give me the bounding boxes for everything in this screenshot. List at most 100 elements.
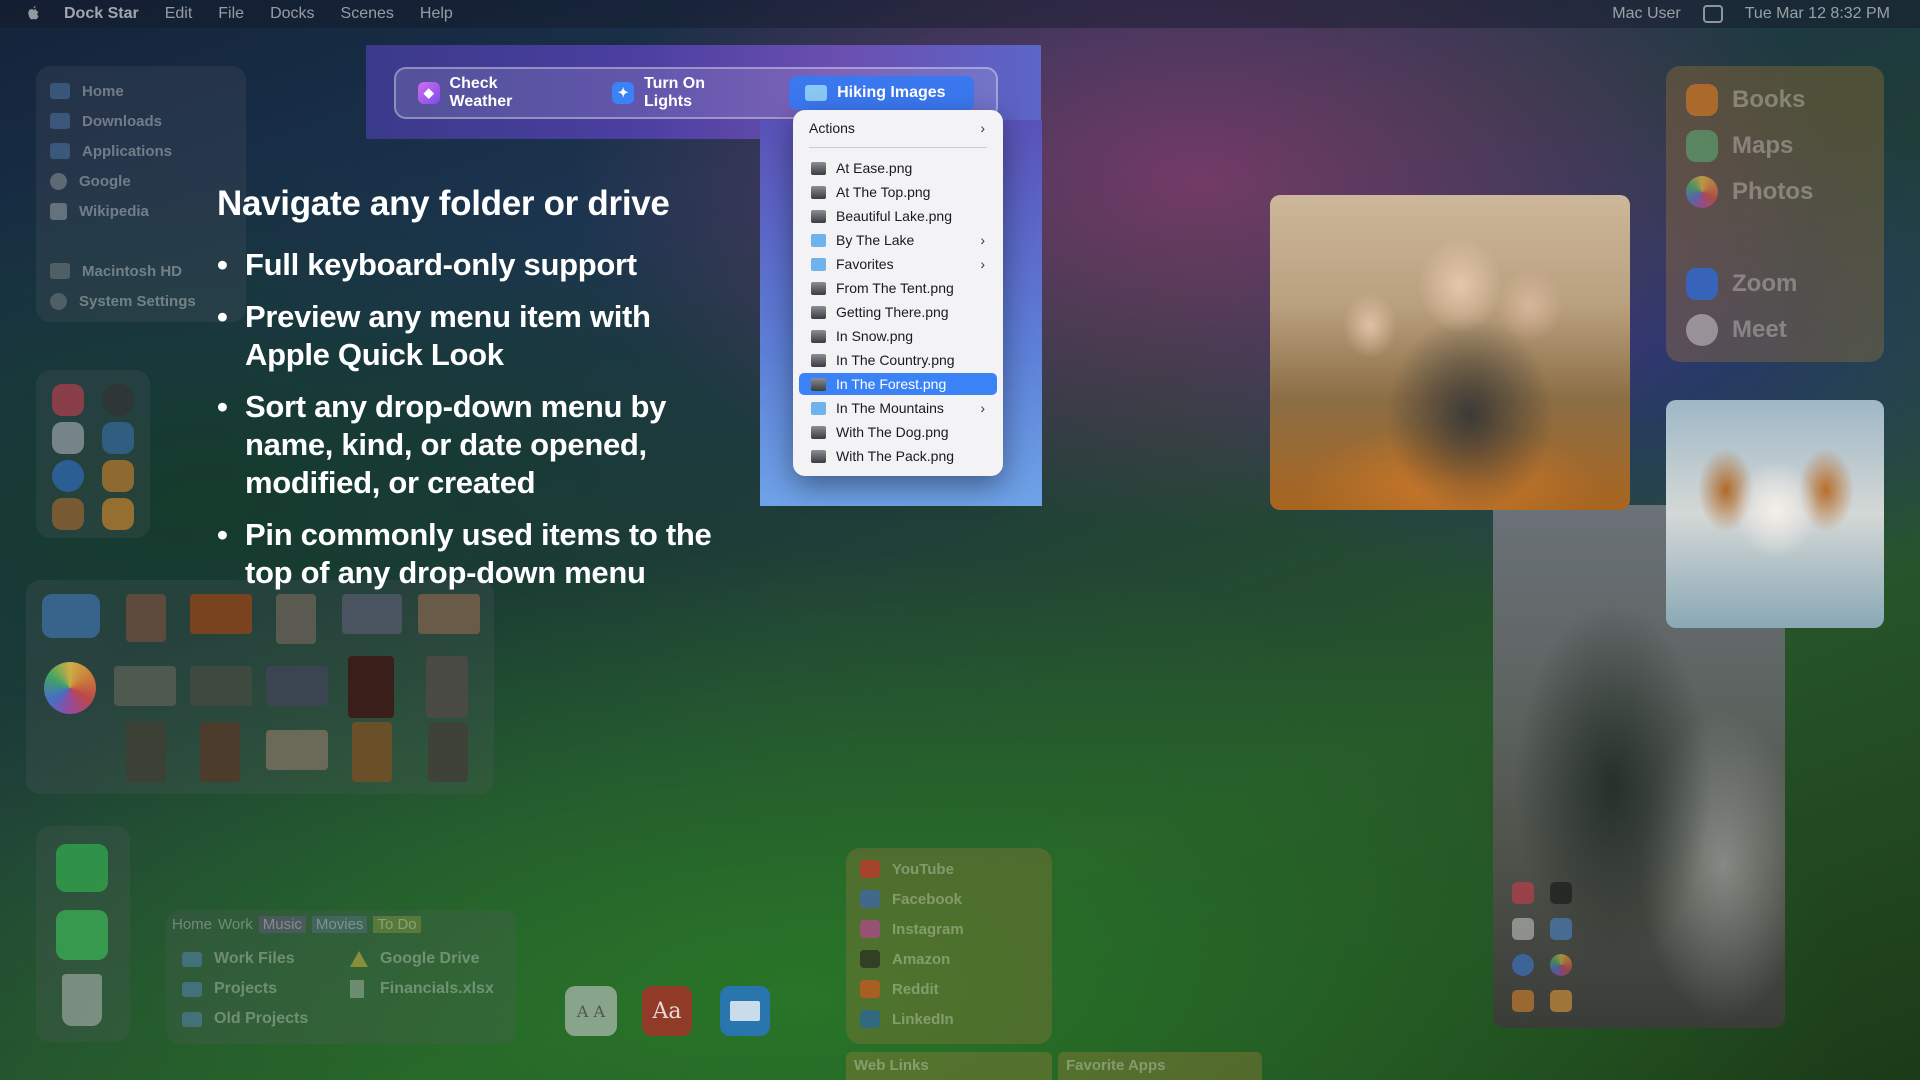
camera-app-icon[interactable] (102, 384, 134, 416)
menu-file-item[interactable]: At The Top.png (799, 181, 997, 203)
check-weather-button[interactable]: ◆ Check Weather (402, 75, 574, 110)
folder-item[interactable]: Projects (182, 980, 277, 998)
disk-utility-icon[interactable] (1512, 918, 1534, 940)
web-links-tab[interactable]: Web Links (846, 1052, 1052, 1080)
fav-downloads[interactable]: Downloads (36, 106, 246, 136)
photo-thumb[interactable] (348, 656, 394, 718)
folder-item[interactable]: Work Files (182, 950, 295, 968)
google-drive-icon (350, 951, 368, 967)
hiking-images-button[interactable]: Hiking Images (789, 76, 974, 110)
control-center-icon[interactable] (1702, 5, 1723, 23)
trash-icon[interactable] (62, 974, 102, 1026)
xcode-icon[interactable] (1550, 918, 1572, 940)
tab-strip: Home Work Music Movies To Do (172, 916, 421, 933)
fav-applications[interactable]: Applications (36, 136, 246, 166)
menu-clock[interactable]: Tue Mar 12 8:32 PM (1745, 5, 1890, 23)
image-thumbnail-icon (811, 209, 826, 223)
disk-utility-icon[interactable] (52, 422, 84, 454)
web-link-item[interactable]: Facebook (860, 890, 962, 908)
maps-icon[interactable] (1686, 130, 1718, 162)
tab-work[interactable]: Work (218, 916, 253, 933)
dog-photo[interactable] (1666, 400, 1884, 628)
menu-app-name[interactable]: Dock Star (64, 5, 139, 23)
photo-thumb[interactable] (126, 722, 166, 782)
file-item[interactable]: Financials.xlsx (350, 980, 494, 998)
chevron-right-icon: › (980, 120, 985, 136)
menu-file-item[interactable]: At Ease.png (799, 157, 997, 179)
menu-file-item[interactable]: In Snow.png (799, 325, 997, 347)
pages-icon[interactable] (102, 460, 134, 492)
menu-folder-item[interactable]: Favorites › (799, 253, 997, 275)
menu-file-item[interactable]: With The Pack.png (799, 445, 997, 467)
photo-thumb[interactable] (190, 666, 252, 706)
tab-music[interactable]: Music (258, 916, 306, 933)
drive-item[interactable]: Google Drive (350, 950, 480, 968)
web-link-item[interactable]: Amazon (860, 950, 950, 968)
menu-file-item[interactable]: In The Country.png (799, 349, 997, 371)
fav-macintosh-hd[interactable]: Macintosh HD (36, 256, 246, 286)
safari-icon[interactable] (1512, 954, 1534, 976)
menu-bar: Dock Star Edit File Docks Scenes Help Ma… (0, 0, 1920, 28)
photos-icon[interactable] (1686, 176, 1718, 208)
menu-scenes[interactable]: Scenes (341, 5, 394, 23)
zoom-icon[interactable] (1686, 268, 1718, 300)
font-book-icon[interactable]: A A (565, 986, 617, 1036)
web-link-item[interactable]: YouTube (860, 860, 954, 878)
safari-icon[interactable] (52, 460, 84, 492)
menu-user[interactable]: Mac User (1612, 5, 1680, 23)
menu-folder-item[interactable]: In The Mountains › (799, 397, 997, 419)
actions-menu-item[interactable]: Actions › (799, 117, 997, 139)
photo-thumb[interactable] (200, 722, 240, 782)
menu-file-item[interactable]: From The Tent.png (799, 277, 997, 299)
menu-folder-item[interactable]: By The Lake › (799, 229, 997, 251)
xcode-icon[interactable] (102, 422, 134, 454)
turn-on-lights-button[interactable]: ✦ Turn On Lights (596, 75, 767, 110)
home-app-icon[interactable] (1550, 990, 1572, 1012)
folder-item[interactable]: Old Projects (182, 1010, 308, 1028)
favorite-apps-tab[interactable]: Favorite Apps (1058, 1052, 1262, 1080)
web-link-item[interactable]: LinkedIn (860, 1010, 954, 1028)
photo-thumb[interactable] (428, 722, 468, 782)
camera-folder-icon[interactable] (42, 594, 100, 638)
menu-file[interactable]: File (218, 5, 244, 23)
menu-edit[interactable]: Edit (165, 5, 193, 23)
books-icon[interactable] (1686, 84, 1718, 116)
home-app-icon[interactable] (102, 498, 134, 530)
messages-icon[interactable] (56, 910, 108, 960)
photo-thumb[interactable] (126, 594, 166, 642)
fav-system-settings[interactable]: System Settings (36, 286, 246, 316)
photo-thumb[interactable] (114, 666, 176, 706)
family-photo[interactable] (1270, 195, 1630, 510)
menu-file-item[interactable]: Getting There.png (799, 301, 997, 323)
photo-thumb[interactable] (266, 666, 328, 706)
fav-wikipedia[interactable]: Wikipedia (36, 196, 246, 226)
tab-home[interactable]: Home (172, 916, 212, 933)
menu-help[interactable]: Help (420, 5, 453, 23)
photos-app-icon[interactable] (44, 662, 96, 714)
photo-thumb[interactable] (426, 656, 468, 718)
music-app-icon[interactable] (52, 384, 84, 416)
books-small-icon[interactable] (52, 498, 84, 530)
tab-movies[interactable]: Movies (311, 916, 368, 933)
photos-icon[interactable] (1550, 954, 1572, 976)
photo-thumb[interactable] (266, 730, 328, 770)
books-small-icon[interactable] (1512, 990, 1534, 1012)
web-link-item[interactable]: Reddit (860, 980, 939, 998)
apple-icon[interactable] (24, 5, 42, 23)
music-app-icon[interactable] (1512, 882, 1534, 904)
tab-todo[interactable]: To Do (373, 916, 421, 933)
menu-docks[interactable]: Docks (270, 5, 314, 23)
menu-file-item[interactable]: Beautiful Lake.png (799, 205, 997, 227)
meet-icon[interactable] (1686, 314, 1718, 346)
facetime-icon[interactable] (56, 844, 108, 892)
chevron-right-icon: › (980, 400, 985, 416)
apple-tv-icon[interactable] (1550, 882, 1572, 904)
fav-google[interactable]: Google (36, 166, 246, 196)
menu-file-item[interactable]: With The Dog.png (799, 421, 997, 443)
photo-thumb[interactable] (352, 722, 392, 782)
web-link-item[interactable]: Instagram (860, 920, 964, 938)
mail-icon[interactable] (720, 986, 770, 1036)
dictionary-icon[interactable]: Aa (642, 986, 692, 1036)
fav-home[interactable]: Home (36, 76, 246, 106)
menu-file-item[interactable]: In The Forest.png (799, 373, 997, 395)
